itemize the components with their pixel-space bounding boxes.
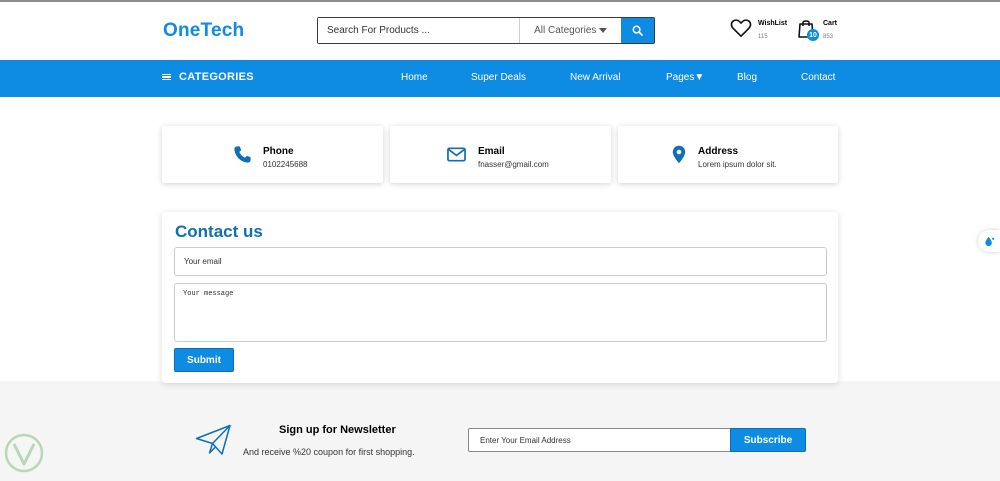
search-button[interactable]	[621, 18, 654, 43]
email-title: Email	[478, 146, 505, 157]
cart-label: Cart	[823, 20, 838, 27]
map-pin-icon	[672, 145, 686, 164]
contact-email-field[interactable]	[174, 247, 827, 276]
color-drop-icon	[984, 236, 994, 246]
address-title: Address	[698, 146, 739, 157]
contact-form: Contact us Submit	[162, 212, 838, 383]
wishlist-count: 115	[758, 34, 768, 40]
caret-down-icon	[599, 28, 608, 33]
contact-message-field[interactable]	[174, 283, 827, 342]
nav-item-new-arrival[interactable]: New Arrival	[570, 72, 621, 83]
phone-card: Phone 0102245688	[162, 126, 383, 183]
phone-title: Phone	[263, 146, 294, 157]
address-card: Address Lorem ipsum dolor sit.	[618, 126, 838, 183]
phone-value: 0102245688	[263, 160, 308, 169]
cart-count: 853	[823, 34, 834, 40]
accessibility-widget[interactable]	[978, 230, 1000, 252]
email-card: Email fnasser@gmail.com	[390, 126, 611, 183]
subscribe-button[interactable]: Subscribe	[730, 428, 806, 452]
nav-item-super-deals[interactable]: Super Deals	[471, 72, 526, 83]
envelope-icon	[447, 147, 466, 162]
newsletter-subtitle: And receive %20 coupon for first shoppin…	[243, 447, 415, 457]
nav-item-home[interactable]: Home	[401, 72, 428, 83]
search-input[interactable]	[318, 18, 520, 43]
address-value: Lorem ipsum dolor sit.	[698, 160, 777, 169]
submit-button[interactable]: Submit	[174, 348, 234, 372]
heart-icon	[730, 19, 752, 37]
category-select-label: All Categories	[534, 25, 597, 36]
menu-icon	[162, 73, 171, 81]
search-bar: All Categories	[317, 17, 655, 44]
nav-item-contact[interactable]: Contact	[801, 72, 835, 83]
wishlist-label: WishList	[758, 20, 788, 27]
site-header: OneTech All Categories WishList 115	[0, 2, 1000, 60]
main-nav: CATEGORIES Home Super Deals New Arrival …	[0, 60, 1000, 97]
cart-link[interactable]: 10 Cart 853	[797, 18, 837, 42]
nav-item-pages[interactable]: Pages▼	[666, 72, 704, 83]
category-select[interactable]: All Categories	[519, 18, 621, 43]
watermark-logo-icon	[4, 433, 44, 473]
email-value: fnasser@gmail.com	[478, 160, 549, 169]
phone-icon	[234, 146, 251, 163]
cart-badge: 10	[807, 29, 819, 41]
paper-plane-icon	[195, 424, 231, 455]
nav-item-blog[interactable]: Blog	[737, 72, 757, 83]
search-icon	[632, 25, 643, 36]
newsletter-email-input[interactable]	[468, 428, 731, 452]
brand-logo[interactable]: OneTech	[163, 20, 244, 42]
contact-title: Contact us	[175, 222, 263, 241]
categories-label: CATEGORIES	[179, 71, 254, 83]
categories-toggle[interactable]: CATEGORIES	[162, 71, 254, 83]
wishlist-link[interactable]: WishList 115	[730, 18, 787, 40]
newsletter-title: Sign up for Newsletter	[279, 424, 396, 436]
